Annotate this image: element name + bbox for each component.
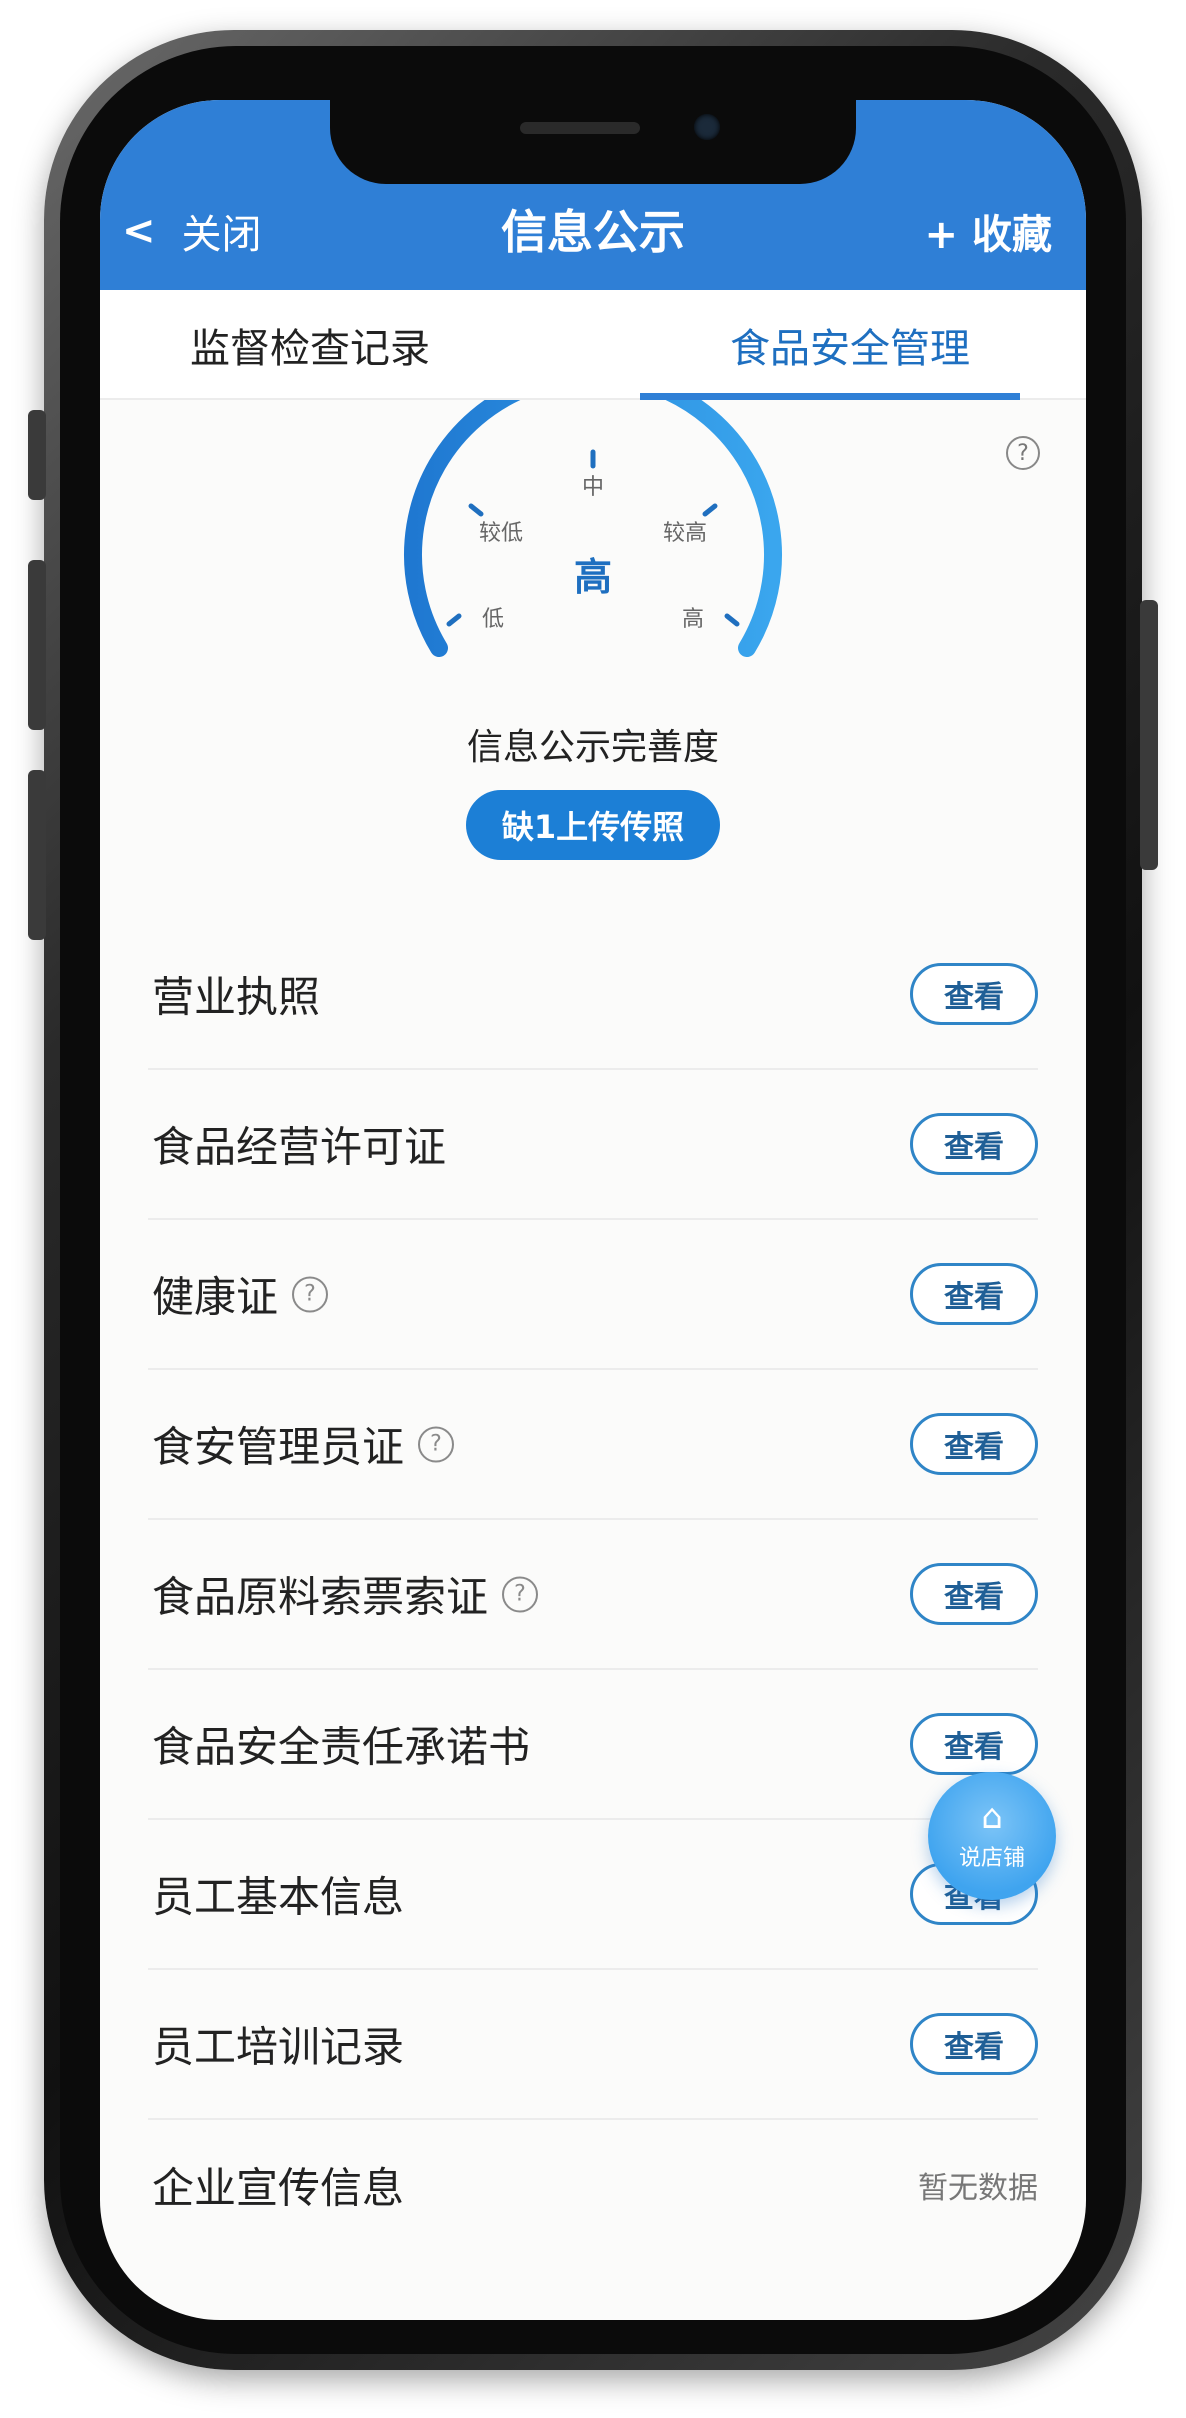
- list-item: 健康证? 查看: [148, 1220, 1038, 1370]
- list-item-text: 员工基本信息: [152, 1872, 405, 1922]
- list-item-label: 食品原料索票索证?: [152, 1564, 539, 1625]
- list-item-text: 员工培训记录: [152, 2022, 405, 2072]
- view-button[interactable]: 查看: [910, 1413, 1038, 1475]
- no-data-text: 暂无数据: [918, 2171, 1038, 2206]
- tab-bar: 监督检查记录 食品安全管理: [100, 290, 1086, 400]
- view-button[interactable]: 查看: [910, 1713, 1038, 1775]
- gauge-tick-low: [446, 613, 462, 627]
- volume-down-button: [28, 770, 46, 940]
- upload-missing-button[interactable]: 缺1上传传照: [466, 790, 720, 860]
- list-item-label: 食品安全责任承诺书: [152, 1714, 530, 1775]
- tab-food-safety-management[interactable]: 食品安全管理: [650, 290, 1050, 400]
- completeness-gauge: ? 中 较低 较高 低 高 高 信息公示完善度 缺1上传传照: [100, 400, 1086, 920]
- view-button[interactable]: 查看: [910, 1563, 1038, 1625]
- gauge-tick-high: [724, 613, 740, 627]
- favorite-button[interactable]: + 收藏: [925, 202, 1052, 260]
- gauge-tick-low-mid: [468, 503, 484, 517]
- document-list: 营业执照 查看 食品经营许可证 查看 健康证? 查看 食安管理员证? 查看 食品…: [100, 920, 1086, 2250]
- speaker-grille: [520, 122, 640, 134]
- gauge-current-level: 高: [574, 555, 612, 599]
- list-item-text: 营业执照: [152, 972, 321, 1022]
- active-tab-indicator: [640, 393, 1020, 400]
- view-button[interactable]: 查看: [910, 963, 1038, 1025]
- gauge-arc: [404, 400, 782, 657]
- list-item-text: 食安管理员证: [152, 1422, 405, 1472]
- view-button[interactable]: 查看: [910, 1263, 1038, 1325]
- gauge-label-mid: 中: [582, 475, 604, 500]
- list-item-label: 营业执照: [152, 964, 320, 1025]
- list-item: 食品经营许可证 查看: [148, 1070, 1038, 1220]
- shop-float-button[interactable]: ⌂ 说店铺: [928, 1772, 1056, 1900]
- home-icon: ⌂: [981, 1797, 1003, 1837]
- nav-header: < 关闭 信息公示 + 收藏: [100, 100, 1086, 290]
- list-item-label: 健康证?: [152, 1264, 329, 1325]
- list-item: 员工基本信息 查看: [148, 1820, 1038, 1970]
- list-item: 食安管理员证? 查看: [148, 1370, 1038, 1520]
- list-item: 食品原料索票索证? 查看: [148, 1520, 1038, 1670]
- list-item: 企业宣传信息 暂无数据: [148, 2120, 1038, 2250]
- gauge-caption: 信息公示完善度: [466, 727, 719, 768]
- list-item: 员工培训记录 查看: [148, 1970, 1038, 2120]
- gauge-dial: 中 较低 较高 低 高 高: [404, 400, 782, 657]
- volume-up-button: [28, 560, 46, 730]
- list-item-text: 食品原料索票索证: [152, 1572, 489, 1622]
- list-item-text: 企业宣传信息: [152, 2163, 405, 2213]
- shop-float-label: 说店铺: [958, 1846, 1025, 1871]
- tab-inspection-records[interactable]: 监督检查记录: [140, 290, 480, 400]
- gauge-label-higher: 较高: [663, 521, 707, 546]
- view-button[interactable]: 查看: [910, 1113, 1038, 1175]
- list-item-text: 健康证: [152, 1272, 279, 1322]
- gauge-tick-high-mid: [702, 503, 718, 517]
- help-icon[interactable]: ?: [1006, 436, 1040, 470]
- list-item-label: 企业宣传信息: [152, 2155, 404, 2216]
- gauge-label-high: 高: [682, 607, 704, 632]
- question-icon[interactable]: ?: [292, 1276, 329, 1312]
- list-item: 食品安全责任承诺书 查看: [148, 1670, 1038, 1820]
- gauge-label-low: 低: [482, 607, 504, 632]
- gauge-label-lower: 较低: [479, 521, 523, 546]
- power-button: [1140, 600, 1158, 870]
- list-item-label: 食安管理员证?: [152, 1414, 455, 1475]
- front-camera: [694, 114, 720, 140]
- notch: [330, 100, 856, 184]
- list-item: 营业执照 查看: [148, 920, 1038, 1070]
- view-button[interactable]: 查看: [910, 2013, 1038, 2075]
- list-item-text: 食品经营许可证: [152, 1122, 447, 1172]
- screen: < 关闭 信息公示 + 收藏 监督检查记录 食品安全管理 ? 中 较低 较高 低…: [100, 100, 1086, 2320]
- list-item-label: 员工培训记录: [152, 2014, 404, 2075]
- mute-switch: [28, 410, 46, 500]
- question-icon[interactable]: ?: [418, 1426, 455, 1462]
- list-item-label: 员工基本信息: [152, 1864, 404, 1925]
- question-icon[interactable]: ?: [502, 1576, 539, 1612]
- list-item-text: 食品安全责任承诺书: [152, 1722, 531, 1772]
- list-item-label: 食品经营许可证: [152, 1114, 446, 1175]
